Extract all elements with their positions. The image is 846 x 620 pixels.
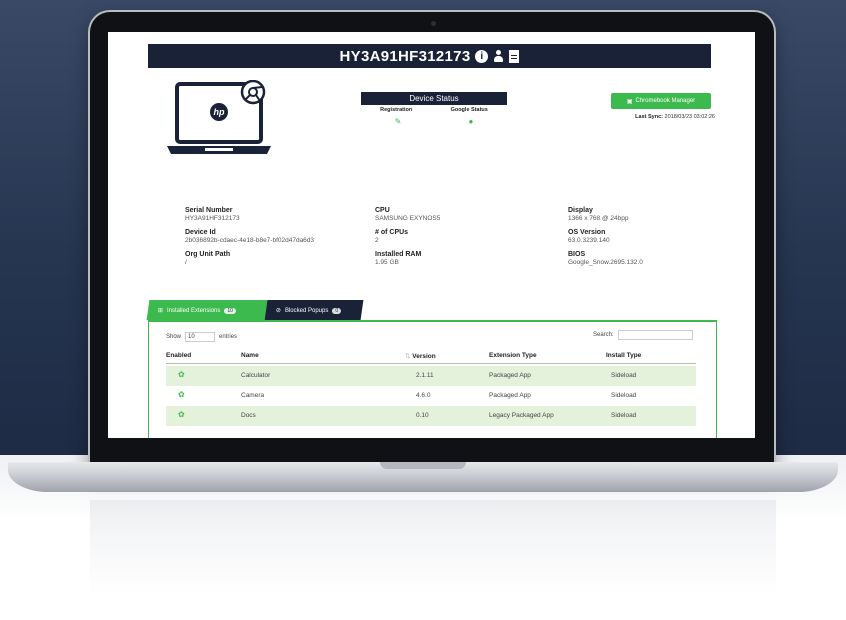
search-label: Search: — [593, 332, 614, 338]
last-sync-value: 2018/03/23 03:02:26 — [664, 114, 715, 120]
installed-extensions-count: 10 — [224, 307, 236, 313]
cpu-value: SAMSUNG EXYNOS5 — [375, 215, 441, 222]
extensions-panel: Show 10 entries Search: Enabled Name ⇅ V… — [148, 320, 717, 438]
entries-label: entries — [219, 334, 238, 340]
search-input[interactable] — [617, 330, 693, 340]
last-sync-label: Last Sync: — [635, 114, 663, 120]
table-row[interactable]: ✿ Camera 4.6.0 Packaged App Sideload — [166, 386, 696, 406]
extension-type: Packaged App — [489, 372, 531, 379]
tab-blocked-popups-label: Blocked Popups — [285, 307, 329, 313]
extension-type: Packaged App — [489, 392, 531, 399]
bios-value: Google_Snow.2695.132.0 — [568, 259, 643, 266]
device-status-panel: Device Status Registration Google Status… — [361, 92, 507, 132]
blocked-popups-count: 0 — [332, 307, 342, 313]
os-version-value: 63.0.3239.140 — [568, 237, 610, 244]
bios-label: BIOS — [568, 251, 586, 258]
serial-number-label: Serial Number — [185, 207, 233, 214]
chromebook-manager-label: Chromebook Manager — [635, 98, 696, 104]
sort-icon: ⇅ — [405, 353, 411, 360]
laptop-reflection — [90, 500, 776, 620]
display-label: Display — [568, 207, 593, 214]
show-label: Show — [166, 334, 182, 340]
table-row[interactable]: ✿ Docs 0.10 Legacy Packaged App Sideload — [166, 406, 696, 426]
gear-icon: ✿ — [178, 410, 185, 419]
org-unit-path-value: / — [185, 259, 187, 266]
cpu-label: CPU — [375, 207, 390, 214]
os-version-label: OS Version — [568, 229, 606, 236]
table-row[interactable]: ✿ Calculator 2.1.11 Packaged App Sideloa… — [166, 366, 696, 386]
column-install-type-label: Install Type — [606, 352, 642, 359]
extension-version: 0.10 — [416, 412, 429, 419]
column-install-type[interactable]: Install Type — [606, 352, 641, 359]
webcam — [431, 21, 436, 26]
device-id-value: 2b036892b-cdaec-4e18-b8e7-bf02d47da6d3 — [185, 237, 315, 244]
registration-status-icon: ✎ — [394, 117, 402, 126]
device-details: Serial Number HY3A91HF312173 Device Id 2b0… — [185, 207, 725, 297]
column-enabled[interactable]: Enabled — [166, 352, 191, 359]
num-cpus-value: 2 — [375, 237, 379, 244]
gear-icon: ✿ — [178, 390, 185, 399]
column-extension-type[interactable]: Extension Type — [489, 352, 537, 359]
laptop-screen: HY3A91HF312173 i hp Device Status Regist… — [108, 32, 755, 438]
info-icon[interactable]: i — [475, 49, 489, 63]
device-id-label: Device Id — [185, 229, 216, 236]
registration-label: Registration — [380, 107, 413, 113]
column-extension-type-label: Extension Type — [489, 352, 537, 359]
document-icon[interactable] — [509, 49, 520, 63]
tab-bar: ⊞ Installed Extensions 10 ⊘ Blocked Popu… — [146, 300, 728, 320]
details-column-3: Display 1366 x 768 @ 24bpp OS Version 63.0… — [568, 207, 738, 273]
serial-number-value: HY3A91HF312173 — [185, 215, 240, 222]
table-header: Enabled Name ⇅ Version Extension Type In… — [166, 350, 696, 364]
extension-type: Legacy Packaged App — [489, 412, 554, 419]
installed-ram-value: 1.95 GB — [375, 259, 399, 266]
install-type: Sideload — [611, 412, 637, 419]
extension-version: 2.1.11 — [416, 372, 434, 379]
block-icon: ⊘ — [276, 307, 282, 314]
column-version-label: Version — [412, 353, 436, 360]
table-body: ✿ Calculator 2.1.11 Packaged App Sideloa… — [166, 366, 696, 426]
column-version[interactable]: ⇅ Version — [402, 352, 436, 360]
search-control: Search: — [593, 330, 693, 340]
tab-blocked-popups[interactable]: ⊘ Blocked Popups 0 — [264, 300, 364, 320]
extension-name: Camera — [241, 392, 265, 399]
org-unit-path-label: Org Unit Path — [185, 251, 231, 258]
device-status-title: Device Status — [361, 92, 507, 105]
extension-name: Calculator — [241, 372, 271, 379]
last-sync: Last Sync: 2018/03/23 03:02:26 — [603, 114, 715, 120]
gear-icon: ✿ — [178, 370, 185, 379]
extension-name: Docs — [241, 412, 256, 419]
num-cpus-label: # of CPUs — [375, 229, 409, 236]
tab-installed-extensions-label: Installed Extensions — [167, 307, 221, 313]
puzzle-icon: ⊞ — [158, 307, 164, 314]
install-type: Sideload — [611, 372, 637, 379]
details-column-1: Serial Number HY3A91HF312173 Device Id 2b0… — [185, 207, 355, 273]
tab-installed-extensions[interactable]: ⊞ Installed Extensions 10 — [146, 300, 268, 320]
details-column-2: CPU SAMSUNG EXYNOS5 # of CPUs 2 Installed … — [375, 207, 545, 273]
column-enabled-label: Enabled — [166, 352, 192, 359]
user-icon[interactable] — [493, 49, 504, 63]
google-status-icon: ● — [468, 117, 474, 126]
svg-text:hp: hp — [214, 107, 225, 117]
entries-select[interactable]: 10 — [185, 332, 216, 342]
installed-ram-label: Installed RAM — [375, 251, 422, 258]
chromebook-illustration: hp — [167, 80, 271, 154]
column-name[interactable]: Name — [241, 352, 259, 359]
install-type: Sideload — [611, 392, 637, 399]
laptop-base-notch — [380, 462, 466, 469]
column-name-label: Name — [241, 352, 259, 359]
page-length-control: Show 10 entries — [166, 332, 237, 342]
extension-version: 4.6.0 — [416, 392, 431, 399]
device-serial-title: HY3A91HF312173 — [339, 47, 471, 65]
google-status-label: Google Status — [450, 107, 488, 113]
display-value: 1366 x 768 @ 24bpp — [568, 215, 629, 222]
trash-icon: ▣ — [626, 98, 633, 105]
chromebook-manager-button[interactable]: ▣ Chromebook Manager — [611, 93, 711, 109]
device-title-bar: HY3A91HF312173 i — [148, 44, 711, 68]
